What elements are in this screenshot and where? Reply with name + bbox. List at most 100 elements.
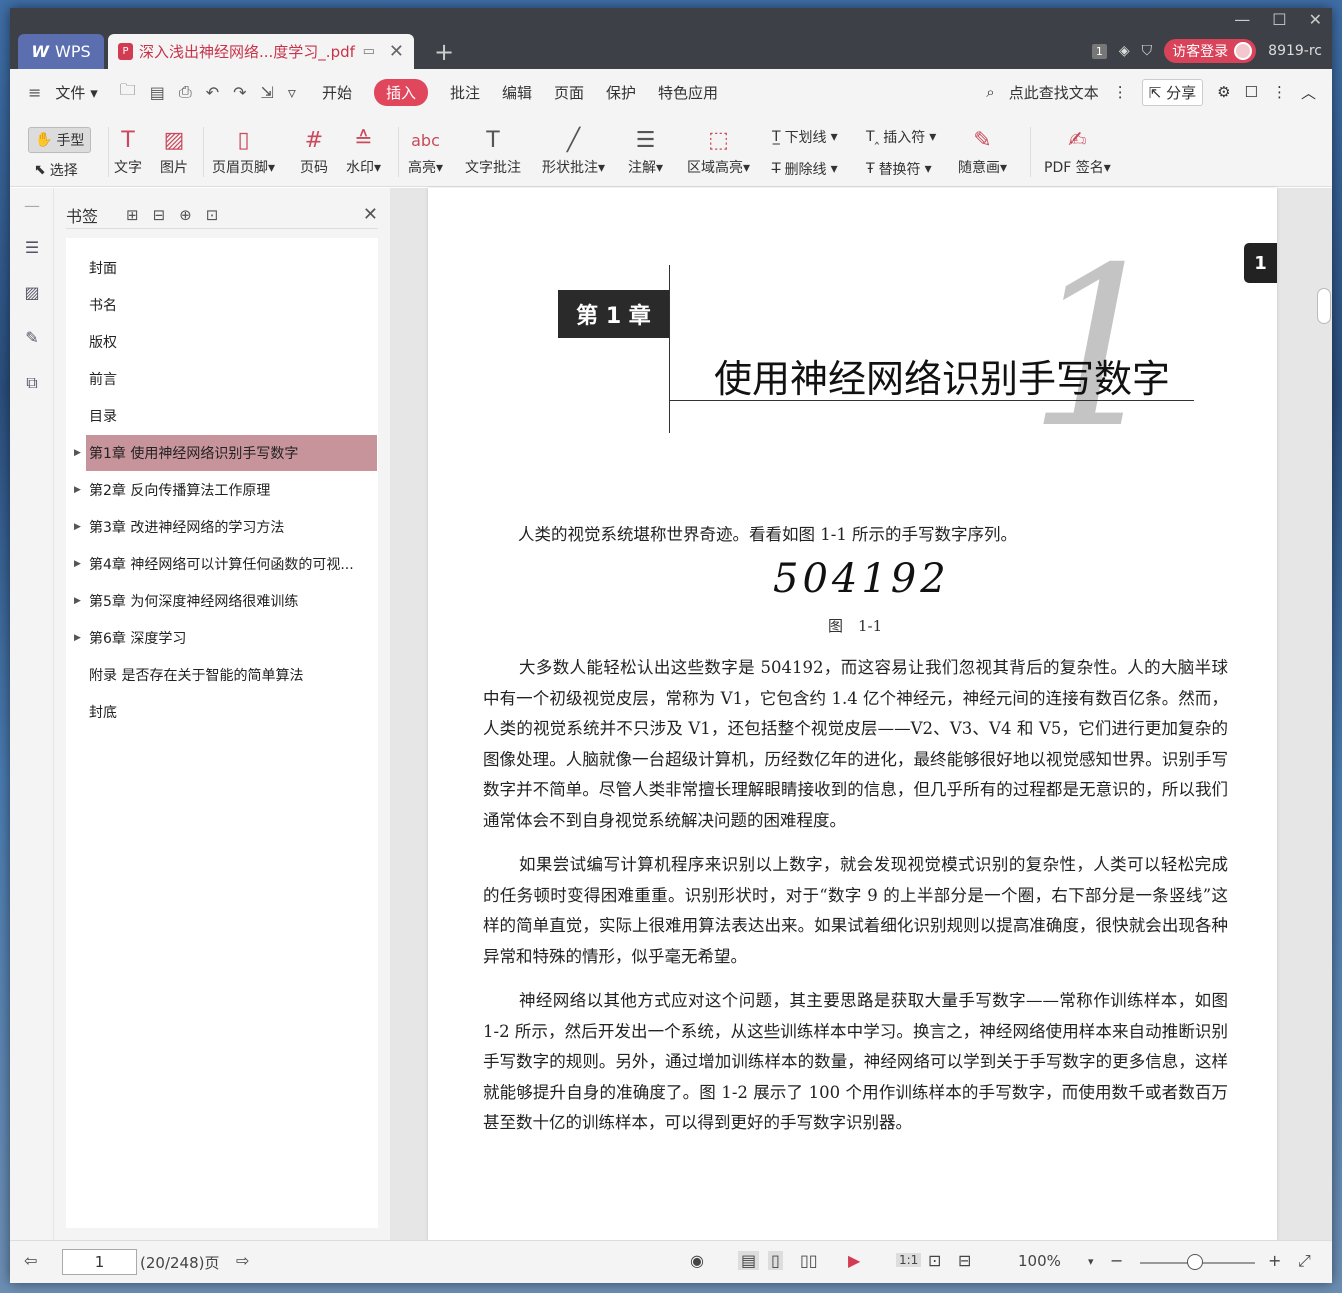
zoom-slider-knob[interactable] <box>1187 1254 1203 1270</box>
previous-page-icon[interactable]: ⇦ <box>24 1251 37 1270</box>
bookmark-list-icon[interactable]: ☰ <box>22 238 42 258</box>
zoom-level[interactable]: 100% <box>1018 1252 1061 1270</box>
shape-comment-button[interactable]: ╱ 形状批注▾ <box>542 123 605 177</box>
expand-arrow-icon[interactable]: ▶ <box>74 559 81 569</box>
expand-all-icon[interactable]: ⊞ <box>126 206 139 224</box>
select-tool-button[interactable]: ⬉ 选择 <box>34 160 78 180</box>
search-text-button[interactable]: 点此查找文本 <box>1009 82 1099 103</box>
next-page-icon[interactable]: ⇨ <box>236 1251 249 1270</box>
expand-arrow-icon[interactable]: ▶ <box>74 633 81 643</box>
continuous-view-icon[interactable]: ▤ <box>738 1251 760 1270</box>
header-footer-button[interactable]: ▯ 页眉页脚▾ <box>212 123 275 177</box>
bookmark-item[interactable]: 封面 <box>86 250 377 286</box>
bookmark-item[interactable]: 版权 <box>86 324 377 360</box>
menu-protect[interactable]: 保护 <box>606 82 636 103</box>
expand-arrow-icon[interactable]: ▶ <box>74 522 81 532</box>
kebab-icon[interactable]: ⋮ <box>1113 83 1128 101</box>
zoom-out-icon[interactable]: − <box>1110 1251 1123 1270</box>
visitor-login-button[interactable]: 访客登录 <box>1164 39 1257 63</box>
redo-icon[interactable]: ↷ <box>233 83 246 102</box>
close-window-icon[interactable]: ✕ <box>1309 10 1322 29</box>
menu-edit[interactable]: 编辑 <box>502 82 532 103</box>
single-page-icon[interactable]: ▯ <box>768 1251 783 1270</box>
freehand-button[interactable]: ✎ 随意画▾ <box>958 123 1007 177</box>
bookmark-item[interactable]: ▶ 第5章 为何深度神经网络很难训练 <box>74 583 377 619</box>
zoom-dropdown-icon[interactable]: ▾ <box>1088 1255 1094 1268</box>
fit-width-icon[interactable]: ⊟ <box>958 1251 971 1270</box>
minimize-icon[interactable]: — <box>1234 10 1250 29</box>
open-folder-icon[interactable]: 🗀 <box>120 79 136 106</box>
strikethrough-button[interactable]: T̶ 删除线 ▾ <box>772 159 838 179</box>
hamburger-menu-icon[interactable]: ≡ <box>28 83 41 102</box>
close-panel-icon[interactable]: ✕ <box>363 204 378 225</box>
expand-arrow-icon[interactable]: ▶ <box>74 448 81 458</box>
menu-insert[interactable]: 插入 <box>373 78 428 106</box>
two-page-icon[interactable]: ▯▯ <box>800 1251 818 1270</box>
settings-gear-icon[interactable]: ⚙ <box>1217 83 1230 101</box>
text-comment-button[interactable]: T 文字批注 <box>465 123 521 177</box>
menu-page[interactable]: 页面 <box>554 82 584 103</box>
eye-protection-icon[interactable]: ◉ <box>690 1251 704 1270</box>
bookmark-item-selected[interactable]: ▶ 第1章 使用神经网络识别手写数字 <box>74 435 377 471</box>
wps-home-tab[interactable]: W WPS <box>18 34 104 69</box>
watermark-button[interactable]: ≙ 水印▾ <box>346 123 381 177</box>
page-number-button[interactable]: # 页码 <box>300 123 328 177</box>
play-slideshow-icon[interactable]: ▶ <box>848 1251 860 1270</box>
bookmark-item[interactable]: ▶ 第6章 深度学习 <box>74 620 377 656</box>
menu-comment[interactable]: 批注 <box>450 82 480 103</box>
bookmark-item[interactable]: 目录 <box>86 398 377 434</box>
bookmark-item[interactable]: 封底 <box>86 694 377 730</box>
fit-page-icon[interactable]: ⊡ <box>928 1251 941 1270</box>
bookmark-item[interactable]: 附录 是否存在关于智能的简单算法 <box>86 657 377 693</box>
page-number-input[interactable]: 1 <box>62 1249 137 1275</box>
hand-tool-button[interactable]: ✋ 手型 <box>28 127 92 153</box>
share-button[interactable]: ⇱ 分享 <box>1141 78 1204 106</box>
scrollbar-thumb[interactable] <box>1317 288 1331 324</box>
chat-icon[interactable]: ☐ <box>1245 83 1258 101</box>
annotation-button[interactable]: ☰ 注解▾ <box>628 123 663 177</box>
area-highlight-button[interactable]: ⬚ 区域高亮▾ <box>687 123 750 177</box>
new-tab-plus-icon[interactable]: + <box>434 38 454 66</box>
underline-button[interactable]: T̲ 下划线 ▾ <box>772 127 838 147</box>
expand-arrow-icon[interactable]: ▶ <box>74 485 81 495</box>
replace-mark-button[interactable]: Ŧ 替换符 ▾ <box>866 159 932 179</box>
shirt-icon[interactable]: ⛉ <box>1142 43 1153 59</box>
maximize-icon[interactable]: ☐ <box>1272 10 1286 29</box>
insert-image-button[interactable]: ▨ 图片 <box>160 123 188 177</box>
search-icon[interactable]: ⌕ <box>986 83 994 101</box>
fullscreen-icon[interactable]: ⤢ <box>1298 1251 1311 1271</box>
window-count-badge[interactable]: 1 <box>1091 43 1107 59</box>
pdf-sign-button[interactable]: ✍ PDF 签名▾ <box>1044 123 1111 177</box>
save-icon[interactable]: ▤ <box>150 83 165 102</box>
insert-mark-button[interactable]: T‸ 插入符 ▾ <box>866 127 936 147</box>
expand-arrow-icon[interactable]: ▶ <box>74 596 81 606</box>
vertical-scrollbar[interactable] <box>1315 188 1332 1240</box>
collapse-ribbon-icon[interactable]: ︿ <box>1301 82 1316 103</box>
more-icon[interactable]: ⋮ <box>1272 83 1287 101</box>
actual-size-icon[interactable]: 1:1 <box>896 1253 922 1267</box>
export-icon[interactable]: ⇲ <box>261 83 274 102</box>
skin-icon[interactable]: ◈ <box>1119 43 1130 59</box>
bookmark-item[interactable]: ▶ 第3章 改进神经网络的学习方法 <box>74 509 377 545</box>
file-menu[interactable]: 文件 ▾ <box>55 82 97 103</box>
close-tab-icon[interactable]: ✕ <box>389 41 404 62</box>
image-export-icon[interactable]: ⧉ <box>22 373 42 393</box>
bookmark-item[interactable]: 书名 <box>86 287 377 323</box>
menu-start[interactable]: 开始 <box>322 82 352 103</box>
document-tab[interactable]: P 深入浅出神经网络...度学习_.pdf ▭ ✕ <box>108 34 414 69</box>
more-dropdown-icon[interactable]: ▿ <box>288 83 296 102</box>
zoom-in-icon[interactable]: + <box>1268 1251 1281 1270</box>
bookmark-item[interactable]: ▶ 第2章 反向传播算法工作原理 <box>74 472 377 508</box>
bookmark-item[interactable]: ▶ 第4章 神经网络可以计算任何函数的可视... <box>74 546 377 582</box>
monitor-icon[interactable]: ▭ <box>363 44 375 59</box>
menu-special[interactable]: 特色应用 <box>658 82 718 103</box>
print-icon[interactable]: ⎙ <box>179 82 192 102</box>
thumbnail-icon[interactable]: ▨ <box>22 283 42 303</box>
add-bookmark-icon[interactable]: ⊕ <box>179 206 192 224</box>
annotation-list-icon[interactable]: ✎ <box>22 328 42 348</box>
document-viewport[interactable]: 1 第 1 章 使用神经网络识别手写数字 1 人类的视觉系统堪称世界奇迹。看看如… <box>390 188 1332 1240</box>
bookmark-item[interactable]: 前言 <box>86 361 377 397</box>
insert-text-button[interactable]: T 文字 <box>114 123 142 177</box>
undo-icon[interactable]: ↶ <box>206 83 219 102</box>
highlight-button[interactable]: abc 高亮▾ <box>408 123 443 177</box>
